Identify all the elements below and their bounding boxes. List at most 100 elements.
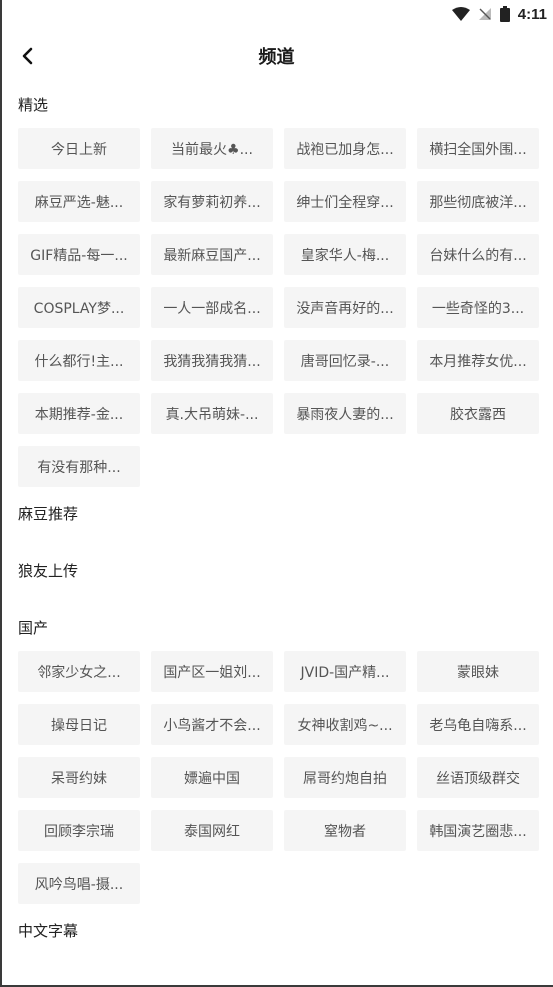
channel-chip[interactable]: 本期推荐-金... [18,393,140,434]
channel-section: 狼友上传 [18,556,540,613]
channel-chip-label: 风吟鸟唱-摄... [34,876,124,893]
channel-chip-label: 丝语顶级群交 [436,770,520,787]
channel-chip[interactable]: 什么都行!主... [18,340,140,381]
channel-chip[interactable]: 那些彻底被洋... [417,181,539,222]
channel-chip-label: 战袍已加身怎... [296,141,394,158]
channel-chip[interactable]: 唐哥回忆录-... [284,340,406,381]
channel-chip-label: 窒物者 [324,823,366,840]
channel-chip-label: 蒙眼妹 [457,664,499,681]
channel-section: 国产邻家少女之... 国产区一姐刘... JVID-国产精... 蒙眼妹操母日记 小鸟酱… [18,613,540,904]
channel-chip-label: 今日上新 [51,141,107,158]
channel-section: 中文字幕 [18,916,540,973]
channel-chip[interactable]: 真.大吊萌妹-... [151,393,273,434]
channel-chip-label: 女神收割鸡~... [297,717,393,734]
channel-chip-label: 一人一部成名... [163,300,261,317]
channel-chip[interactable]: 家有萝莉初养... [151,181,273,222]
channel-chip-label: 真.大吊萌妹-... [165,406,259,423]
channel-chip-label: 有没有那种... [37,459,121,476]
channel-chip[interactable]: 有没有那种... [18,446,140,487]
channel-chip[interactable]: 一人一部成名... [151,287,273,328]
channel-chip-label: 什么都行!主... [34,353,124,370]
channel-chip[interactable]: 一些奇怪的3... [417,287,539,328]
channel-chip[interactable]: 我猜我猜我猜... [151,340,273,381]
channel-chip-label: 一些奇怪的3... [431,300,525,317]
channel-chip[interactable]: 嫖遍中国 [151,757,273,798]
channel-chip[interactable]: 丝语顶级群交 [417,757,539,798]
back-button[interactable] [14,42,40,70]
channel-chip-label: 唐哥回忆录-... [300,353,390,370]
channel-chip-label: 绅士们全程穿... [296,194,394,211]
channel-chip-label: 小鸟酱才不会... [163,717,261,734]
channel-chip[interactable]: 呆哥约妹 [18,757,140,798]
channel-chip-label: 屌哥约炮自拍 [303,770,387,787]
channel-chip[interactable]: 皇家华人-梅... [284,234,406,275]
channel-chip[interactable]: 泰国网红 [151,810,273,851]
channel-chip[interactable]: JVID-国产精... [284,651,406,692]
channel-grid: 邻家少女之... 国产区一姐刘... JVID-国产精... 蒙眼妹操母日记 小鸟酱才不… [18,651,540,904]
channel-list: 精选今日上新 当前最火♣... 战袍已加身怎... 横扫全国外围... 麻豆严选-魅..… [18,90,540,973]
channel-chip-label: 呆哥约妹 [51,770,107,787]
channel-chip-label: 没声音再好的... [296,300,394,317]
channel-chip[interactable]: 最新麻豆国产... [151,234,273,275]
channel-chip[interactable]: 女神收割鸡~... [284,704,406,745]
chevron-left-icon [22,47,33,65]
channel-chip-label: 皇家华人-梅... [300,247,390,264]
page-title: 频道 [258,47,295,68]
channel-chip[interactable]: 回顾李宗瑞 [18,810,140,851]
channel-chip[interactable]: 暴雨夜人妻的... [284,393,406,434]
channel-chip[interactable]: 战袍已加身怎... [284,128,406,169]
channel-chip[interactable]: 麻豆严选-魅... [18,181,140,222]
channel-chip-label: 胶衣露西 [450,406,506,423]
channel-chip-label: 家有萝莉初养... [163,194,261,211]
channel-chip-label: 那些彻底被洋... [429,194,527,211]
no-signal-icon [478,7,492,21]
channel-chip-label: 本月推荐女优... [429,353,527,370]
wifi-icon [451,7,470,21]
section-title: 麻豆推荐 [18,505,79,523]
channel-chip-label: 我猜我猜我猜... [163,353,261,370]
channel-chip-label: 麻豆严选-魅... [34,194,124,211]
channel-section: 精选今日上新 当前最火♣... 战袍已加身怎... 横扫全国外围... 麻豆严选-魅..… [18,90,540,487]
channel-chip-label: 台妹什么的有... [429,247,527,264]
channel-chip-label: 横扫全国外围... [429,141,527,158]
channel-chip-label: 回顾李宗瑞 [44,823,114,840]
channel-chip[interactable]: 台妹什么的有... [417,234,539,275]
channel-chip-label: JVID-国产精... [300,664,390,681]
channel-chip-label: 暴雨夜人妻的... [296,406,394,423]
channel-chip[interactable]: 胶衣露西 [417,393,539,434]
channel-chip[interactable]: 韩国演艺圈悲... [417,810,539,851]
channel-chip-label: 泰国网红 [184,823,240,840]
channel-chip[interactable]: GIF精品-每一... [18,234,140,275]
window-border-left [0,0,2,987]
channel-chip[interactable]: 邻家少女之... [18,651,140,692]
channel-chip-label: 操母日记 [51,717,107,734]
channel-chip[interactable]: 风吟鸟唱-摄... [18,863,140,904]
channel-section: 麻豆推荐 [18,499,540,556]
channel-chip[interactable]: 小鸟酱才不会... [151,704,273,745]
channel-chip[interactable]: 国产区一姐刘... [151,651,273,692]
channel-chip[interactable]: 窒物者 [284,810,406,851]
channel-chip-label: 嫖遍中国 [184,770,240,787]
section-title: 狼友上传 [18,562,79,580]
channel-chip[interactable]: 当前最火♣... [151,128,273,169]
status-time: 4:11 [517,5,547,23]
channel-chip-label: 最新麻豆国产... [163,247,261,264]
channel-chip[interactable]: COSPLAY梦... [18,287,140,328]
channel-chip[interactable]: 老乌龟自嗨系... [417,704,539,745]
channel-chip[interactable]: 蒙眼妹 [417,651,539,692]
channel-chip[interactable]: 没声音再好的... [284,287,406,328]
section-title: 中文字幕 [18,922,79,940]
channel-chip[interactable]: 横扫全国外围... [417,128,539,169]
channel-chip-label: 老乌龟自嗨系... [429,717,527,734]
section-title: 国产 [18,619,49,637]
channel-chip-label: 本期推荐-金... [34,406,124,423]
header: 频道 [0,34,553,78]
channel-grid: 今日上新 当前最火♣... 战袍已加身怎... 横扫全国外围... 麻豆严选-魅... 家… [18,128,540,487]
channel-chip[interactable]: 屌哥约炮自拍 [284,757,406,798]
channel-chip[interactable]: 今日上新 [18,128,140,169]
channel-chip[interactable]: 操母日记 [18,704,140,745]
channel-chip[interactable]: 本月推荐女优... [417,340,539,381]
channel-chip[interactable]: 绅士们全程穿... [284,181,406,222]
section-title: 精选 [18,96,49,114]
